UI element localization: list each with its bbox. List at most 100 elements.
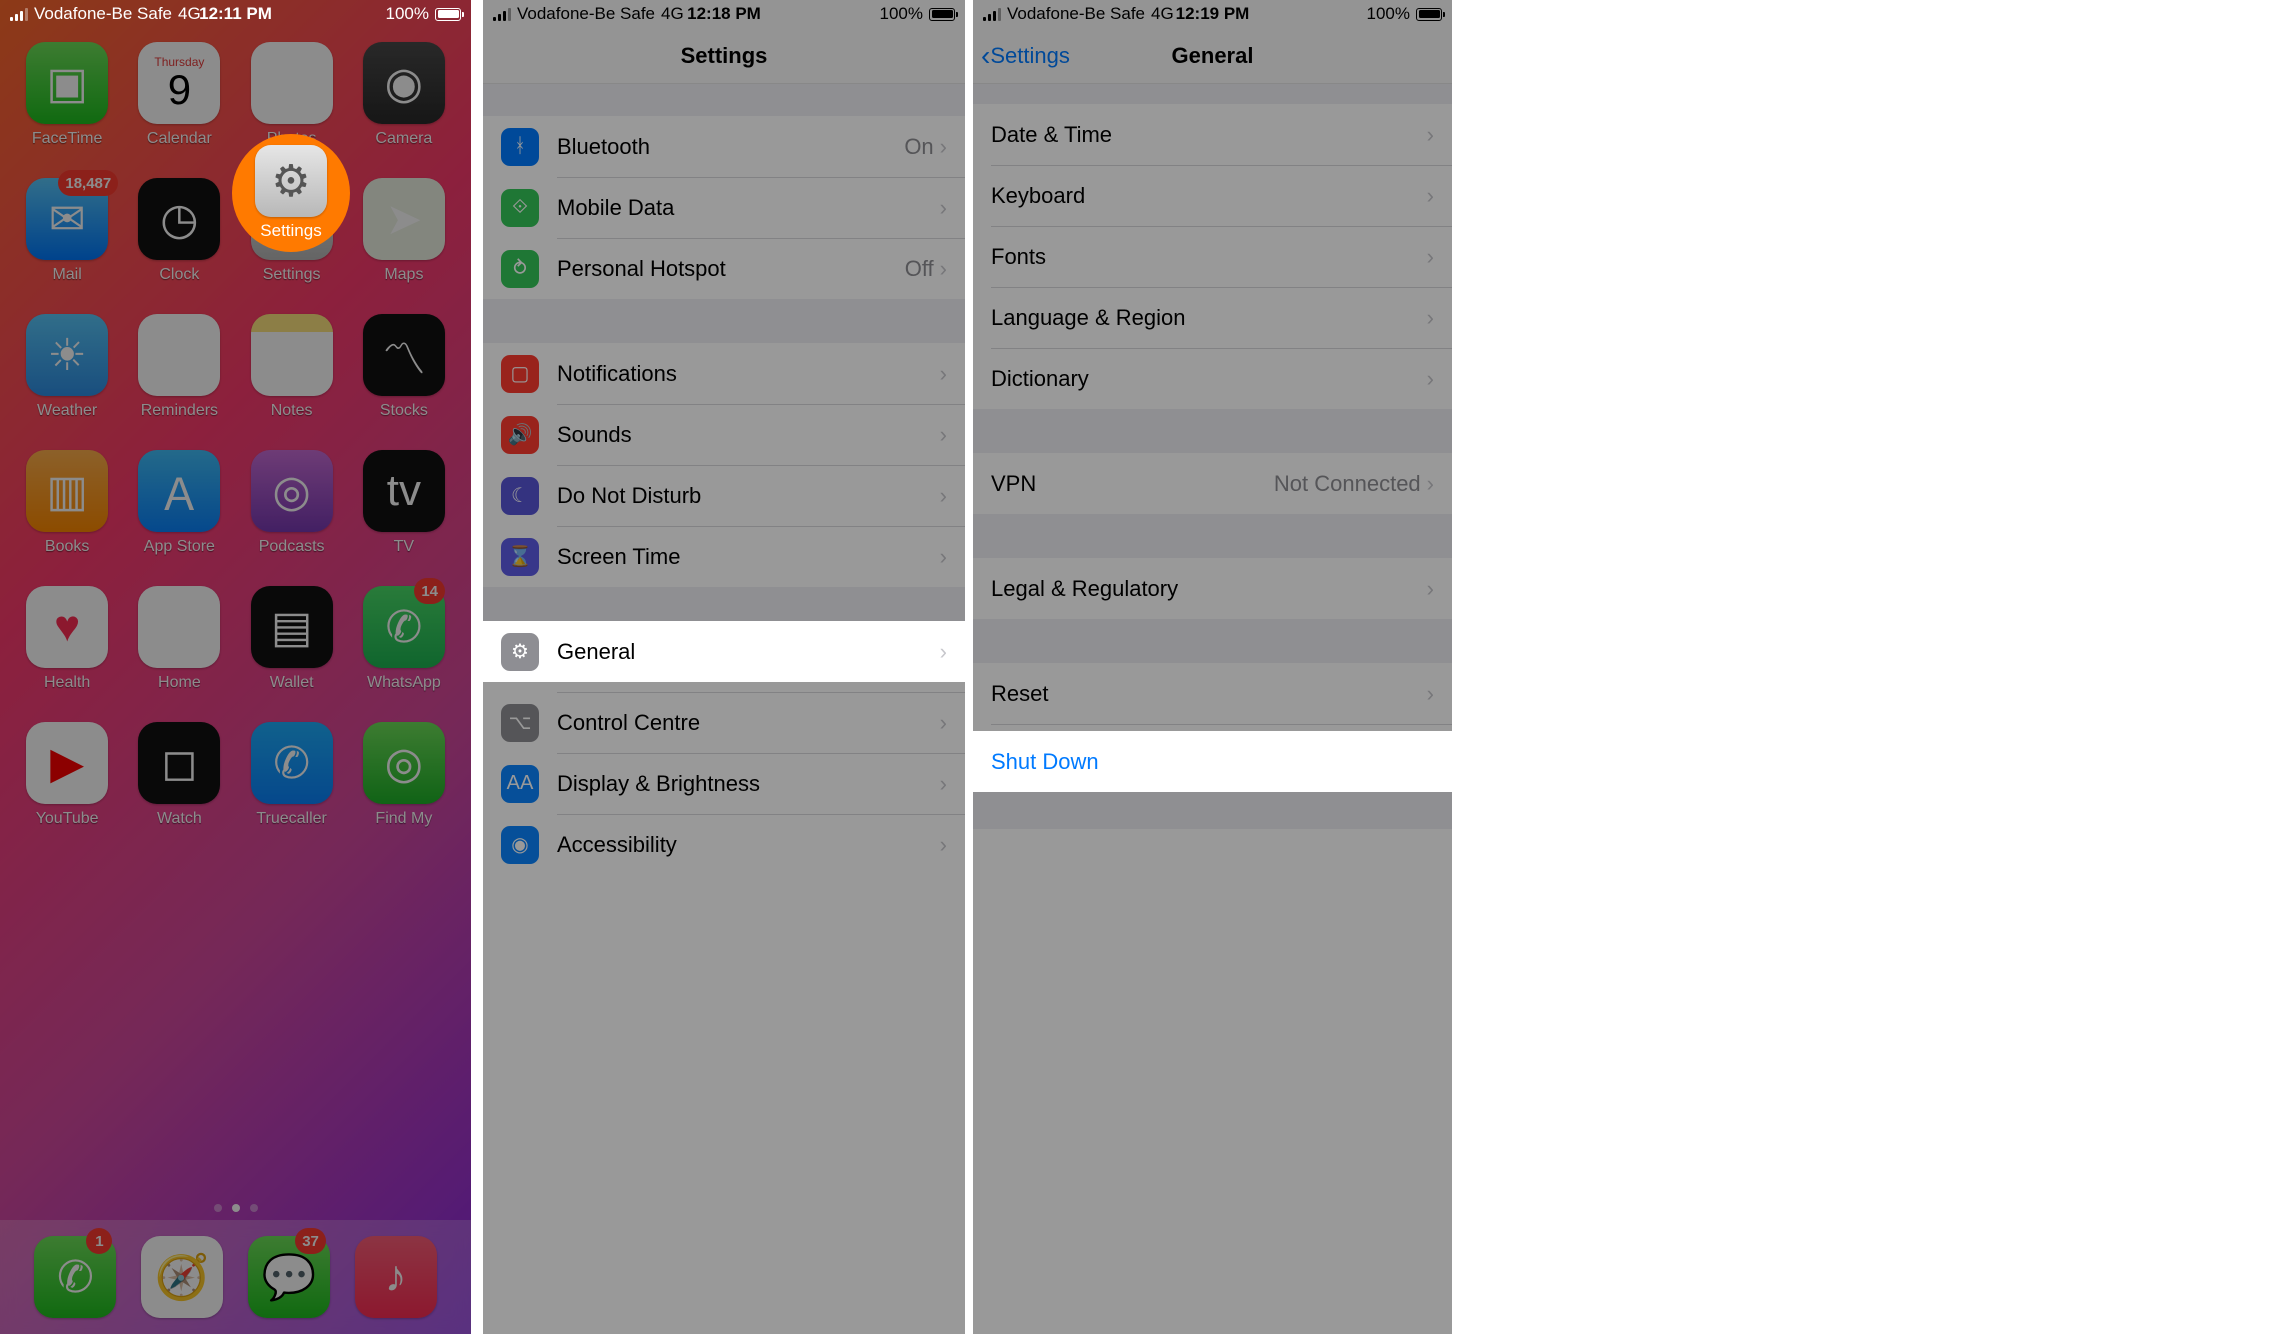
app-appstore[interactable]: ＡApp Store [134,450,224,556]
highlight-shutdown-row: Shut Down [973,731,1452,792]
wallet-icon: ▤ [251,586,333,668]
chevron-right-icon: › [1427,576,1434,602]
chevron-right-icon: › [940,256,947,282]
app-podcasts[interactable]: ◎Podcasts [247,450,337,556]
app-reminders[interactable]: ⋮Reminders [134,314,224,420]
signal-icon [10,7,28,21]
findmy-icon: ◎ [363,722,445,804]
navbar: ‹Settings General [973,28,1452,84]
page-dots [0,1204,471,1212]
app-clock[interactable]: ◷Clock [134,178,224,284]
app-mail[interactable]: ✉18,487Mail [22,178,112,284]
app-youtube[interactable]: ▶YouTube [22,722,112,828]
row-general[interactable]: ⚙General› [483,621,965,682]
antenna-icon: ⟐ [501,189,539,227]
battery-icon [929,8,955,21]
app-stocks[interactable]: 〽Stocks [359,314,449,420]
app-wallet[interactable]: ▤Wallet [247,586,337,692]
notifications-icon: ▢ [501,355,539,393]
tv-icon: tv [363,450,445,532]
back-button[interactable]: ‹Settings [981,42,1070,70]
signal-icon [983,7,1001,21]
app-calendar[interactable]: Thursday9Calendar [134,42,224,148]
row-dnd[interactable]: ☾Do Not Disturb› [483,465,965,526]
settings-list: ᚼBluetoothOn› ⟐Mobile Data› ⥁Personal Ho… [483,84,965,875]
dock-safari[interactable]: 🧭 [141,1236,223,1318]
control-centre-icon: ⌥ [501,704,539,742]
clock-icon: ◷ [138,178,220,260]
row-reset[interactable]: Reset› [973,663,1452,724]
row-bluetooth[interactable]: ᚼBluetoothOn› [483,116,965,177]
books-icon: ▥ [26,450,108,532]
row-notifications[interactable]: ▢Notifications› [483,343,965,404]
row-hotspot[interactable]: ⥁Personal HotspotOff› [483,238,965,299]
dock-messages[interactable]: 💬37 [248,1236,330,1318]
app-health[interactable]: ♥Health [22,586,112,692]
chevron-right-icon: › [940,832,947,858]
row-date-time[interactable]: Date & Time› [973,104,1452,165]
chevron-right-icon: › [1427,471,1434,497]
app-maps[interactable]: ➤Maps [359,178,449,284]
dock-phone[interactable]: ✆1 [34,1236,116,1318]
row-vpn[interactable]: VPNNot Connected› [973,453,1452,514]
navbar: Settings [483,28,965,84]
app-photos[interactable]: ❖Photos [247,42,337,148]
battery-percent: 100% [386,4,429,24]
home-grid: ▣FaceTime Thursday9Calendar ❖Photos ◉Cam… [0,30,471,828]
highlight-general-row: ⚙General› [483,621,965,682]
app-watch[interactable]: ◻Watch [134,722,224,828]
camera-icon: ◉ [363,42,445,124]
dock: ✆1 🧭 💬37 ♪ [0,1220,471,1334]
accessibility-icon: ◉ [501,826,539,864]
watch-icon: ◻ [138,722,220,804]
screenshot-settings: Vodafone-Be Safe4G 12:18 PM 100% Setting… [483,0,965,1334]
row-dictionary[interactable]: Dictionary› [973,348,1452,409]
row-shutdown[interactable]: Shut Down [973,731,1452,792]
music-icon: ♪ [355,1236,437,1318]
bluetooth-icon: ᚼ [501,128,539,166]
home-icon: ⌂ [138,586,220,668]
row-mobile-data[interactable]: ⟐Mobile Data› [483,177,965,238]
notes-icon [251,314,333,396]
highlight-settings[interactable]: ⚙ Settings [232,134,350,252]
row-legal[interactable]: Legal & Regulatory› [973,558,1452,619]
app-facetime[interactable]: ▣FaceTime [22,42,112,148]
chevron-right-icon: › [940,195,947,221]
app-tv[interactable]: tvTV [359,450,449,556]
chevron-right-icon: › [1427,122,1434,148]
safari-icon: 🧭 [141,1236,223,1318]
row-screentime[interactable]: ⌛Screen Time› [483,526,965,587]
chevron-right-icon: › [1427,681,1434,707]
app-books[interactable]: ▥Books [22,450,112,556]
gear-icon: ⚙ [255,145,327,217]
app-truecaller[interactable]: ✆Truecaller [247,722,337,828]
battery-icon [1416,8,1442,21]
youtube-icon: ▶ [26,722,108,804]
app-notes[interactable]: Notes [247,314,337,420]
badge-mail: 18,487 [58,170,118,196]
row-sounds[interactable]: 🔊Sounds› [483,404,965,465]
row-accessibility[interactable]: ◉Accessibility› [483,814,965,875]
row-keyboard[interactable]: Keyboard› [973,165,1452,226]
dock-music[interactable]: ♪ [355,1236,437,1318]
maps-icon: ➤ [363,178,445,260]
app-weather[interactable]: ☀Weather [22,314,112,420]
reminders-icon: ⋮ [138,314,220,396]
row-fonts[interactable]: Fonts› [973,226,1452,287]
screenshot-home: Vodafone-Be Safe 4G 12:11 PM 100% ▣FaceT… [0,0,471,1334]
carrier-label: Vodafone-Be Safe [34,4,172,24]
signal-icon [493,7,511,21]
network-label: 4G [178,4,201,24]
chevron-right-icon: › [940,483,947,509]
chevron-right-icon: › [940,544,947,570]
app-home[interactable]: ⌂Home [134,586,224,692]
status-bar: Vodafone-Be Safe4G 12:19 PM 100% [973,0,1452,28]
row-control-centre[interactable]: ⌥Control Centre› [483,692,965,753]
highlight-label: Settings [260,221,321,241]
row-display[interactable]: AADisplay & Brightness› [483,753,965,814]
app-whatsapp[interactable]: ✆14WhatsApp [359,586,449,692]
stocks-icon: 〽 [363,314,445,396]
app-findmy[interactable]: ◎Find My [359,722,449,828]
row-language[interactable]: Language & Region› [973,287,1452,348]
app-camera[interactable]: ◉Camera [359,42,449,148]
